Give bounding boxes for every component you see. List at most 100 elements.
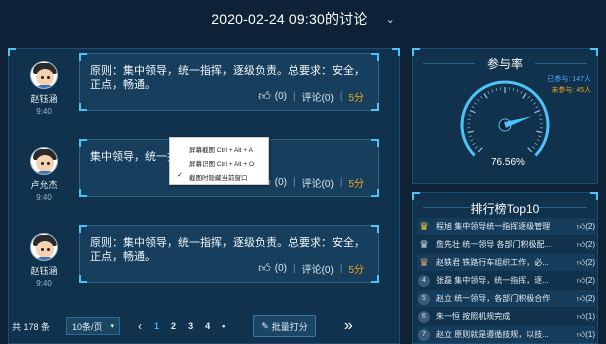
ranking-likes: 👍︎(1) [576, 311, 595, 321]
menu-item-screenshot[interactable]: 屏幕截图 Ctrl + Alt + A [189, 144, 253, 154]
prev-page-button[interactable]: ‹ [138, 319, 142, 333]
rank-number: 6 [418, 310, 430, 323]
thumbs-up-icon[interactable]: 👍︎ [258, 261, 271, 276]
thumbs-up-icon: 👍︎ [576, 275, 586, 285]
ranking-row[interactable]: 6 朱一恒 按照机规完成 👍︎(1) [417, 308, 595, 325]
gauge-tick [487, 91, 490, 94]
gauge-tick [516, 89, 519, 93]
score-value[interactable]: 5分 [348, 175, 364, 190]
bronze-crown-icon: ♛ [419, 257, 429, 269]
page-3-button[interactable]: 3 [188, 321, 193, 331]
gauge-tick [471, 106, 475, 109]
participation-title: 参与率 [486, 57, 523, 71]
silver-crown-icon: ♛ [419, 239, 429, 251]
gauge-tick [472, 143, 476, 146]
like-count: (0) [274, 263, 287, 274]
thumbs-up-icon: 👍︎ [576, 329, 586, 339]
ranking-text: 赵轶君 铁路行车组织工作，必... [436, 258, 549, 267]
gauge-tick [468, 135, 472, 138]
ranking-text: 詹先壮 统一领导 各部门积极配... [436, 240, 552, 249]
gauge-tick [538, 114, 542, 116]
gauge-tick [520, 91, 523, 94]
ranking-row[interactable]: 5 赵立 统一领导，各部门积极合作 👍︎(2) [417, 290, 595, 307]
thumbs-up-icon: 👍︎ [576, 293, 586, 303]
gauge-tick [535, 106, 539, 109]
ranking-likes: 👍︎(2) [576, 257, 595, 267]
page-2-button[interactable]: 2 [171, 321, 176, 331]
post-author: 赵钰涵 [30, 266, 58, 276]
participation-panel: 参与率 已参与: 147人 未参与: 45人 76.56% [412, 48, 598, 184]
avatar [30, 233, 58, 261]
post-author: 卢允杰 [30, 180, 58, 190]
ranking-likes: 👍︎(2) [576, 221, 595, 231]
ranking-row[interactable]: ♛ 程旭 集中领导统一指挥逐级管理 👍︎(2) [417, 218, 595, 235]
page-size-select[interactable]: 10条/页 ▾ [66, 317, 121, 335]
ranking-row[interactable]: 7 赵立 原则就是遵循技规，以技... 👍︎(1) [417, 326, 595, 343]
ranking-text: 赵立 原则就是遵循技规，以技... [436, 330, 549, 339]
chevron-down-icon[interactable]: ⌄ [386, 13, 395, 26]
post-card: 原则：集中领导，统一指挥，逐级负责。总要求：安全，正点，畅通。 👍︎ (0) |… [79, 53, 379, 111]
page-size-value: 10条/页 [72, 321, 103, 332]
gauge-tick [470, 139, 474, 142]
ranking-text: 朱一恒 按照机规完成 [436, 312, 511, 321]
gauge-tick [468, 114, 472, 116]
comment-link[interactable]: 评论(0) [302, 175, 334, 190]
post-card: 原则：集中领导，统一指挥，逐级负责。总要求：安全，正点，畅通。 👍︎ (0) |… [79, 225, 379, 283]
double-chevron-right-icon[interactable]: » [344, 317, 353, 335]
page-4-button[interactable]: 4 [205, 321, 210, 331]
gauge-tick [469, 109, 476, 114]
menu-item-hide-window[interactable]: 截图时隐藏当前窗口 [189, 172, 248, 182]
rank-number: 7 [418, 328, 430, 341]
comment-link[interactable]: 评论(0) [302, 89, 334, 104]
gauge-tick [527, 147, 533, 153]
like-count: (0) [274, 91, 287, 102]
not-joined-legend: 未参与: 45人 [551, 87, 591, 94]
gauge-tick [495, 87, 498, 92]
thumbs-up-icon: 👍︎ [576, 311, 586, 321]
gauge-tick [474, 146, 478, 149]
post-time: 9:40 [36, 193, 52, 202]
rank-number: 4 [418, 274, 430, 287]
ranking-text: 程旭 集中领导统一指挥逐级管理 [436, 222, 551, 231]
batch-edit-icon: ✎ [261, 320, 269, 331]
ranking-likes: 👍︎(2) [576, 293, 595, 303]
batch-score-button[interactable]: ✎ 批量打分 [253, 315, 316, 337]
ranking-text: 张磊 集中领导，统一指挥，逐... [436, 276, 549, 285]
ranking-panel: 排行榜Top10 ♛ 程旭 集中领导统一指挥逐级管理 👍︎(2) ♛ 詹先壮 统… [412, 192, 598, 344]
gauge-tick [536, 130, 543, 134]
gauge-tick [467, 130, 474, 134]
page-ellipsis[interactable]: • [222, 321, 225, 331]
total-count: 共 178 条 [12, 321, 51, 332]
menu-item-recognize[interactable]: 屏幕识图 Ctrl + Alt + O [189, 158, 254, 168]
thumbs-up-icon[interactable]: 👍︎ [258, 89, 271, 104]
gauge-tick [477, 147, 483, 153]
post-author: 赵钰涵 [30, 94, 58, 104]
discussion-post: 赵钰涵 9:40 原则：集中领导，统一指挥，逐级负责。总要求：安全，正点，畅通。… [9, 49, 401, 116]
discussion-title: 2020-02-24 09:30的讨论 [211, 11, 368, 27]
post-time: 9:40 [36, 279, 52, 288]
gauge-tick [474, 102, 477, 105]
gauge-tick [483, 93, 488, 99]
gauge-tick [534, 109, 541, 114]
gauge-tick [512, 87, 515, 92]
ranking-row[interactable]: 4 张磊 集中领导，统一指挥，逐... 👍︎(2) [417, 272, 595, 289]
gold-crown-icon: ♛ [419, 221, 429, 233]
ranking-row[interactable]: ♛ 赵轶君 铁路行车组织工作，必... 👍︎(2) [417, 254, 595, 271]
ranking-likes: 👍︎(2) [576, 239, 595, 249]
page-1-button[interactable]: 1 [154, 321, 159, 331]
gauge-tick [491, 89, 494, 93]
comment-link[interactable]: 评论(0) [302, 261, 334, 276]
score-value[interactable]: 5分 [348, 89, 364, 104]
gauge-tick [538, 135, 542, 138]
screenshot-context-menu: 屏幕截图 Ctrl + Alt + A 屏幕识图 Ctrl + Alt + O … [169, 137, 269, 185]
avatar [30, 61, 58, 89]
discussion-header[interactable]: 2020-02-24 09:30的讨论 ⌄ [0, 0, 606, 38]
ranking-row[interactable]: ♛ 詹先壮 统一领导 各部门积极配... 👍︎(2) [417, 236, 595, 253]
checkmark-icon: ✓ [177, 172, 183, 179]
score-value[interactable]: 5分 [348, 261, 364, 276]
ranking-likes: 👍︎(2) [576, 275, 595, 285]
discussion-panel: 赵钰涵 9:40 原则：集中领导，统一指挥，逐级负责。总要求：安全，正点，畅通。… [8, 48, 400, 344]
post-content: 原则：集中领导，统一指挥，逐级负责。总要求：安全，正点，畅通。 [90, 65, 365, 91]
ranking-text: 赵立 统一领导，各部门积极合作 [436, 294, 551, 303]
gauge-tick [532, 146, 536, 149]
